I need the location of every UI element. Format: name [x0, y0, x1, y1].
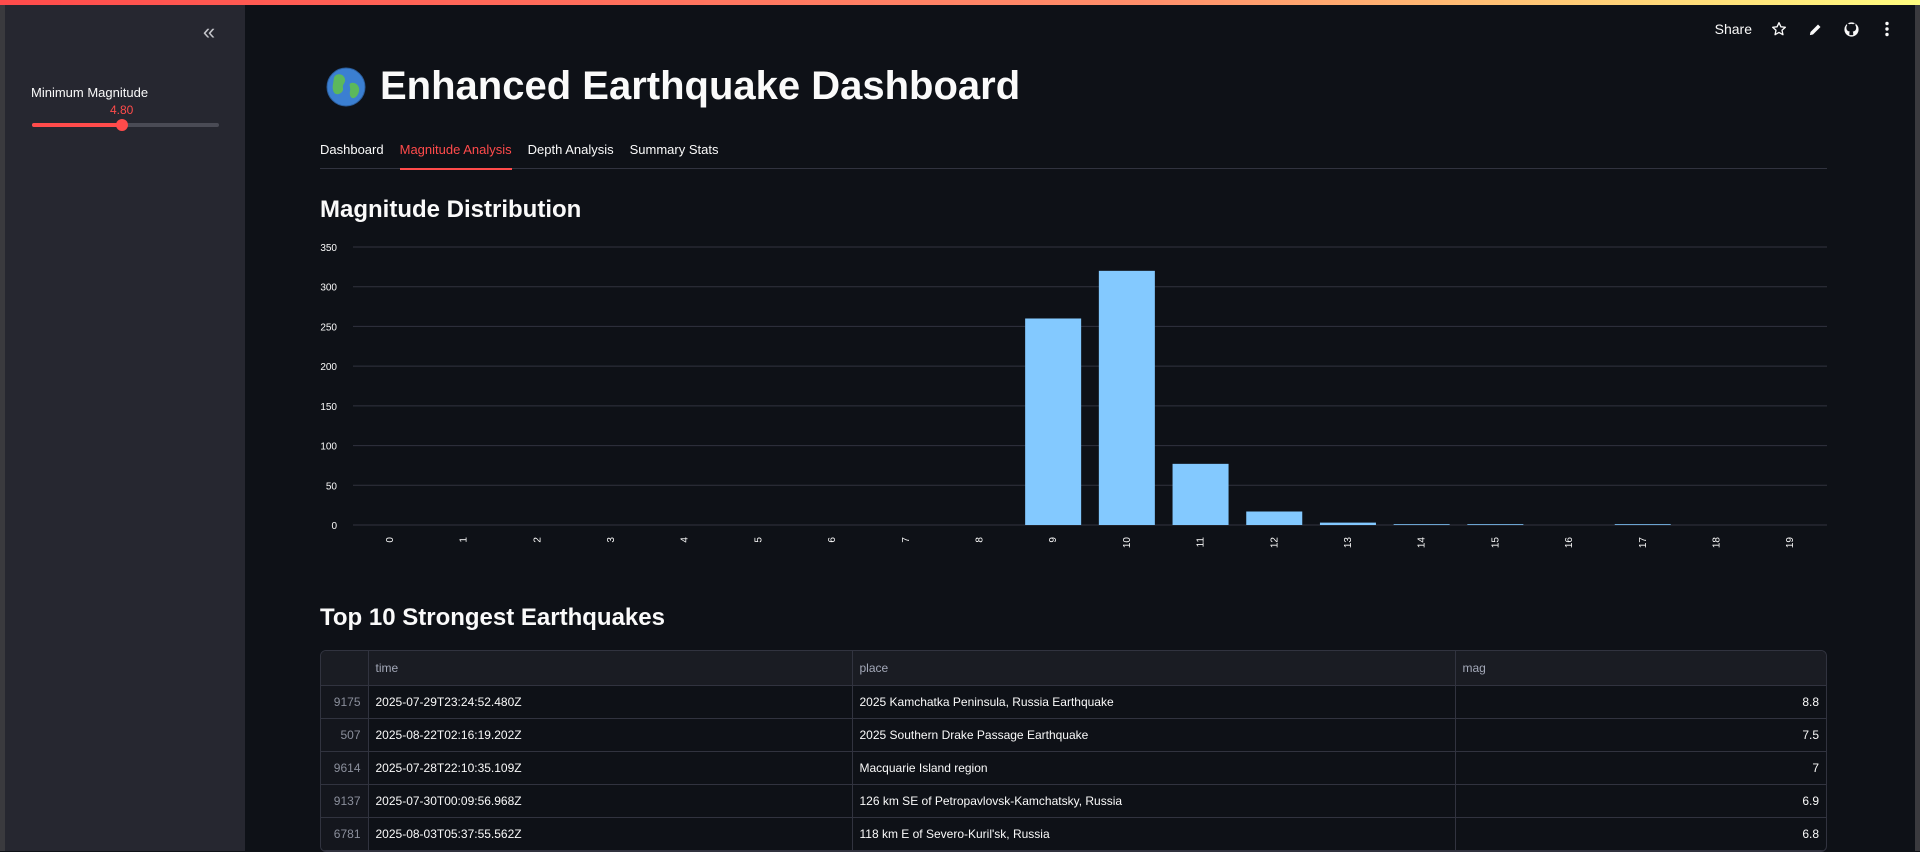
x-tick-label: 13 — [1343, 537, 1354, 549]
edit-pencil-icon[interactable] — [1806, 20, 1824, 38]
column-header[interactable]: place — [852, 651, 1456, 686]
table-cell-place: Macquarie Island region — [852, 751, 1456, 785]
tab-magnitude-analysis[interactable]: Magnitude Analysis — [399, 136, 512, 170]
table-cell-index: 6781 — [321, 817, 369, 851]
share-button[interactable]: Share — [1715, 21, 1752, 37]
bar[interactable] — [1172, 463, 1229, 525]
bar[interactable] — [1614, 524, 1671, 525]
x-tick-label: 10 — [1122, 537, 1133, 549]
table-cell-mag: 7 — [1455, 751, 1826, 785]
table-row[interactable]: 9175 2025-07-29T23:24:52.480Z 2025 Kamchat… — [321, 685, 1826, 719]
page-title: Enhanced Earthquake Dashboard — [380, 64, 1021, 108]
x-tick-label: 11 — [1196, 537, 1207, 548]
table-cell-time: 2025-08-22T02:16:19.202Z — [368, 718, 853, 752]
table-cell-mag: 8.8 — [1455, 685, 1826, 719]
x-tick-label: 19 — [1785, 537, 1796, 549]
x-tick-label: 1 — [459, 537, 470, 543]
y-tick-label: 200 — [320, 362, 337, 373]
sidebar: « Minimum Magnitude 4.80 — [5, 5, 245, 851]
table-row[interactable]: 9614 2025-07-28T22:10:35.109Z Macquarie Is… — [321, 751, 1826, 785]
section-title-top-earthquakes: Top 10 Strongest Earthquakes — [320, 604, 665, 631]
table-row[interactable]: 9137 2025-07-30T00:09:56.968Z 126 km SE of… — [321, 784, 1826, 818]
github-icon[interactable] — [1842, 20, 1860, 38]
table-cell-mag: 6.8 — [1455, 817, 1826, 851]
table-cell-index: 9137 — [321, 784, 369, 818]
table-cell-place: 118 km E of Severo-Kuril'sk, Russia — [852, 817, 1456, 851]
star-icon[interactable] — [1770, 20, 1788, 38]
x-tick-label: 0 — [385, 537, 396, 543]
magnitude-distribution-chart: 0 50 100 150 200 250 300 350 0 1 2 3 4 5 6 7 8 9 10 11 12 13 1… — [320, 240, 1827, 560]
table-cell-time: 2025-08-03T05:37:55.562Z — [368, 817, 853, 851]
slider-fill — [32, 123, 122, 127]
x-tick-label: 2 — [532, 537, 543, 543]
tab-depth-analysis[interactable]: Depth Analysis — [528, 136, 614, 169]
globe-icon — [326, 67, 366, 107]
table-cell-place: 126 km SE of Petropavlovsk-Kamchatsky, R… — [852, 784, 1456, 818]
tab-label: Summary Stats — [629, 142, 719, 157]
earthquakes-table[interactable]: time place mag 9175 2025-07-29T23:24:52.4… — [320, 650, 1827, 852]
section-title-magnitude-distribution: Magnitude Distribution — [320, 196, 582, 223]
table-cell-mag: 6.9 — [1455, 784, 1826, 818]
tab-label: Magnitude Analysis — [399, 142, 512, 157]
y-tick-label: 50 — [326, 481, 338, 492]
tab-label: Depth Analysis — [527, 142, 614, 157]
x-tick-label: 3 — [606, 537, 617, 543]
index-header — [321, 651, 369, 686]
collapse-sidebar-icon[interactable]: « — [195, 19, 223, 47]
table-cell-time: 2025-07-28T22:10:35.109Z — [368, 751, 853, 785]
x-tick-label: 8 — [974, 537, 985, 543]
x-tick-label: 12 — [1269, 537, 1280, 549]
table-cell-place: 2025 Southern Drake Passage Earthquake — [852, 718, 1456, 752]
bar[interactable] — [1098, 270, 1155, 525]
page-header: Enhanced Earthquake Dashboard — [326, 64, 1020, 109]
tab-bar: Dashboard Magnitude Analysis Depth Analy… — [320, 136, 1827, 170]
column-header[interactable]: time — [368, 651, 853, 686]
toolbar: Share — [1715, 20, 1896, 38]
magnitude-slider[interactable] — [32, 119, 219, 131]
slider-label: Minimum Magnitude — [31, 85, 149, 100]
bar[interactable] — [1246, 511, 1303, 525]
table-row[interactable]: 6781 2025-08-03T05:37:55.562Z 118 km E of … — [321, 817, 1826, 851]
tab-label: Dashboard — [320, 142, 384, 157]
slider-thumb[interactable] — [115, 119, 128, 131]
tab-summary-stats[interactable]: Summary Stats — [630, 136, 719, 169]
x-tick-label: 15 — [1490, 537, 1501, 549]
table-cell-place: 2025 Kamchatka Peninsula, Russia Earthqu… — [852, 685, 1456, 719]
table-cell-time: 2025-07-30T00:09:56.968Z — [368, 784, 853, 818]
x-tick-label: 9 — [1048, 537, 1059, 543]
bar[interactable] — [1025, 318, 1082, 525]
x-tick-label: 18 — [1711, 537, 1722, 549]
more-options-icon[interactable] — [1878, 20, 1896, 38]
bar[interactable] — [1467, 524, 1524, 525]
tab-dashboard[interactable]: Dashboard — [320, 136, 384, 169]
column-header[interactable]: mag — [1455, 651, 1826, 686]
bar[interactable] — [1319, 522, 1376, 525]
x-tick-label: 4 — [680, 537, 691, 543]
slider-value: 4.80 — [110, 103, 134, 117]
y-tick-label: 350 — [320, 243, 337, 254]
x-tick-label: 17 — [1638, 537, 1649, 549]
y-tick-label: 0 — [331, 521, 337, 532]
window-frame-right — [1915, 0, 1920, 851]
table-cell-index: 9175 — [321, 685, 369, 719]
table-header-row: time place mag — [321, 651, 1826, 686]
y-tick-label: 250 — [320, 322, 337, 333]
x-tick-label: 5 — [753, 537, 764, 543]
table-cell-index: 507 — [321, 718, 369, 752]
table-cell-time: 2025-07-29T23:24:52.480Z — [368, 685, 853, 719]
bar-chart-svg: 0501001502002503003500 1 2 3 4 5 6 7 8 9 10 11 12 13 1… — [320, 243, 1827, 549]
x-tick-label: 7 — [901, 537, 912, 543]
y-tick-label: 150 — [320, 402, 337, 413]
table-cell-mag: 7.5 — [1455, 718, 1826, 752]
table-row[interactable]: 507 2025-08-22T02:16:19.202Z 2025 Southern… — [321, 718, 1826, 752]
x-tick-label: 6 — [827, 537, 838, 543]
table-cell-index: 9614 — [321, 751, 369, 785]
x-tick-label: 16 — [1564, 537, 1575, 549]
y-tick-label: 100 — [320, 442, 337, 453]
top-decoration-bar — [0, 0, 1920, 5]
window-frame-left — [0, 0, 5, 851]
y-tick-label: 300 — [320, 283, 337, 294]
x-tick-label: 14 — [1417, 537, 1428, 549]
bar[interactable] — [1393, 524, 1450, 525]
